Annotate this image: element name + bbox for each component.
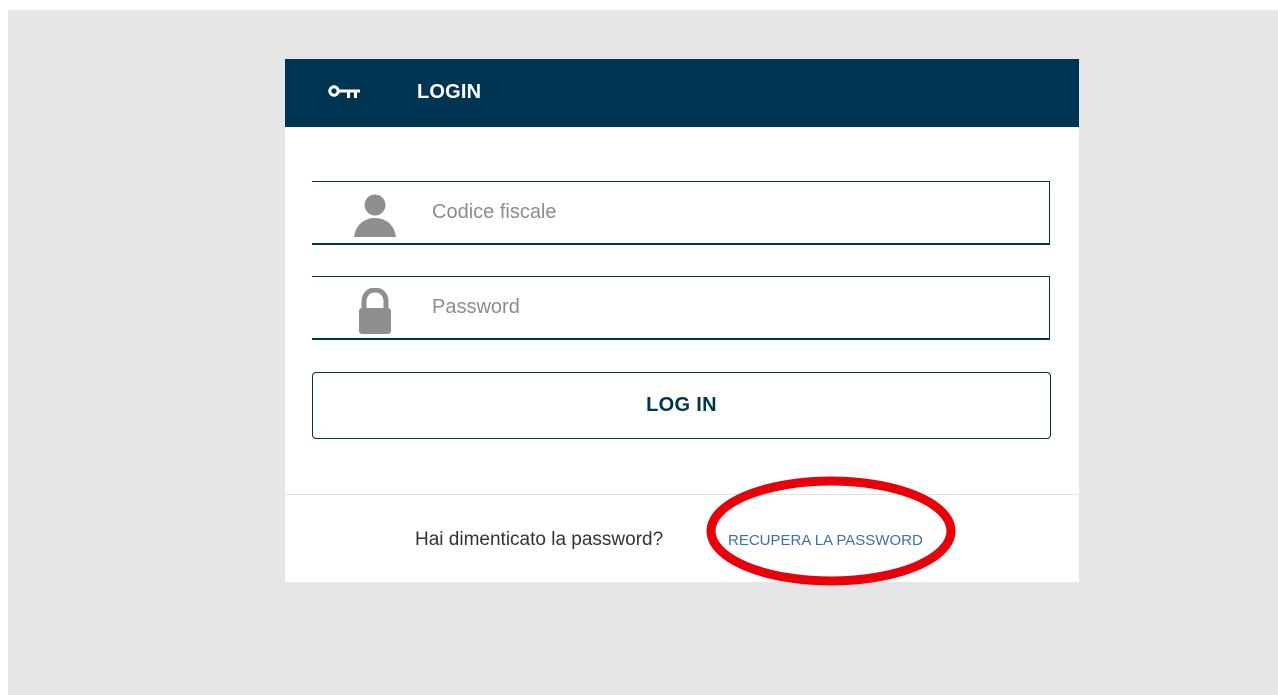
fiscal-code-input[interactable] xyxy=(432,194,1032,230)
lock-icon xyxy=(359,288,391,334)
login-panel-title: LOGIN xyxy=(417,81,482,103)
key-icon xyxy=(328,85,360,98)
password-field[interactable] xyxy=(312,276,1050,340)
login-panel-header: LOGIN xyxy=(285,59,1079,127)
forgot-password-link[interactable]: RECUPERA LA PASSWORD xyxy=(728,530,923,552)
login-panel: LOGIN LOG IN Hai dimenticato la password… xyxy=(285,59,1079,582)
password-input[interactable] xyxy=(432,289,1032,325)
fiscal-code-field[interactable] xyxy=(312,181,1050,245)
page-background: LOGIN LOG IN Hai dimenticato la password… xyxy=(8,10,1278,695)
divider xyxy=(285,494,1079,495)
forgot-password-row: Hai dimenticato la password? RECUPERA LA… xyxy=(285,528,1079,552)
login-button[interactable]: LOG IN xyxy=(312,372,1051,439)
user-icon xyxy=(354,194,396,237)
forgot-password-question: Hai dimenticato la password? xyxy=(415,529,664,550)
